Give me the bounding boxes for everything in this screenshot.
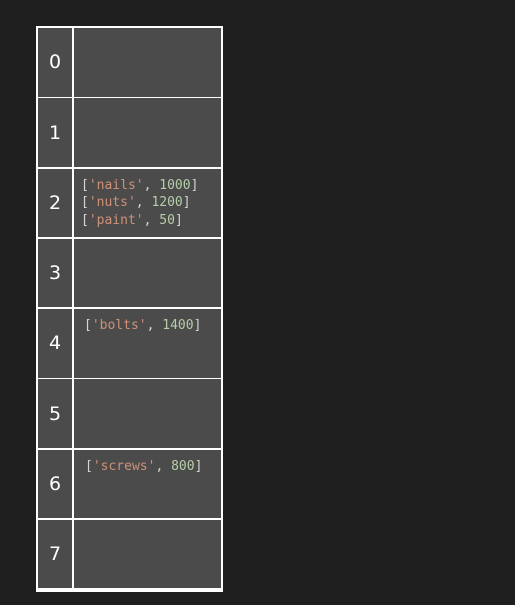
- bucket-row: 4 ['bolts', 1400]: [38, 309, 221, 378]
- bucket-contents: [74, 28, 221, 97]
- bucket-row: 0: [38, 28, 221, 97]
- key-value-entry: ['paint', 50]: [81, 212, 221, 230]
- bucket-index: 5: [38, 379, 72, 448]
- bucket-contents: [74, 98, 221, 167]
- bucket-contents: [74, 379, 221, 448]
- bucket-contents: ['nails', 1000] ['nuts', 1200] ['paint', 5…: [74, 168, 221, 237]
- bucket-row: 3: [38, 238, 221, 308]
- open-bracket: [: [85, 458, 93, 474]
- entry-value: 800: [171, 458, 195, 474]
- separator: ,: [155, 458, 172, 474]
- hash-table: 0 1 2 ['nails', 1000] ['nuts', 1200] ['paint'…: [36, 26, 223, 592]
- entry-value: 1400: [162, 318, 194, 333]
- entry-key: 'nails': [88, 177, 144, 193]
- separator: ,: [143, 177, 160, 193]
- close-bracket: ]: [194, 458, 203, 474]
- open-bracket: [: [81, 177, 89, 193]
- bucket-index: 3: [38, 238, 72, 308]
- entry-value: 1200: [151, 195, 183, 210]
- bucket-index: 0: [38, 28, 72, 97]
- bucket-index: 7: [38, 519, 72, 589]
- open-bracket: [: [84, 318, 92, 333]
- bucket-index: 2: [38, 168, 72, 237]
- key-value-entry: ['nails', 1000]: [81, 177, 221, 195]
- bucket-row: 2 ['nails', 1000] ['nuts', 1200] ['paint', …: [38, 168, 221, 237]
- open-bracket: [: [81, 195, 89, 210]
- bucket-contents: [74, 238, 221, 308]
- bucket-row: 7: [38, 519, 221, 589]
- bucket-row: 1: [38, 98, 221, 167]
- separator: ,: [143, 212, 160, 228]
- bucket-index: 1: [38, 98, 72, 167]
- key-value-entry: ['screws', 800]: [85, 458, 221, 476]
- bucket-contents: ['bolts', 1400]: [74, 309, 221, 378]
- bucket-contents: [74, 519, 221, 589]
- close-bracket: ]: [190, 177, 199, 193]
- open-bracket: [: [81, 212, 89, 228]
- close-bracket: ]: [182, 195, 191, 210]
- entry-key: 'bolts': [91, 318, 147, 333]
- bucket-contents: ['screws', 800]: [74, 449, 221, 518]
- close-bracket: ]: [193, 318, 202, 333]
- entry-key: 'nuts': [88, 195, 136, 210]
- entry-value: 50: [159, 212, 175, 228]
- bucket-row: 6 ['screws', 800]: [38, 449, 221, 518]
- bucket-row: 5: [38, 379, 221, 448]
- bucket-index: 4: [38, 309, 72, 378]
- key-value-entry: ['bolts', 1400]: [84, 317, 221, 335]
- entry-value: 1000: [159, 177, 191, 193]
- key-value-entry: ['nuts', 1200]: [81, 194, 221, 212]
- separator: ,: [146, 318, 163, 333]
- separator: ,: [135, 195, 152, 210]
- entry-key: 'screws': [92, 458, 156, 474]
- entry-key: 'paint': [88, 212, 144, 228]
- close-bracket: ]: [174, 212, 183, 228]
- bucket-index: 6: [38, 449, 72, 518]
